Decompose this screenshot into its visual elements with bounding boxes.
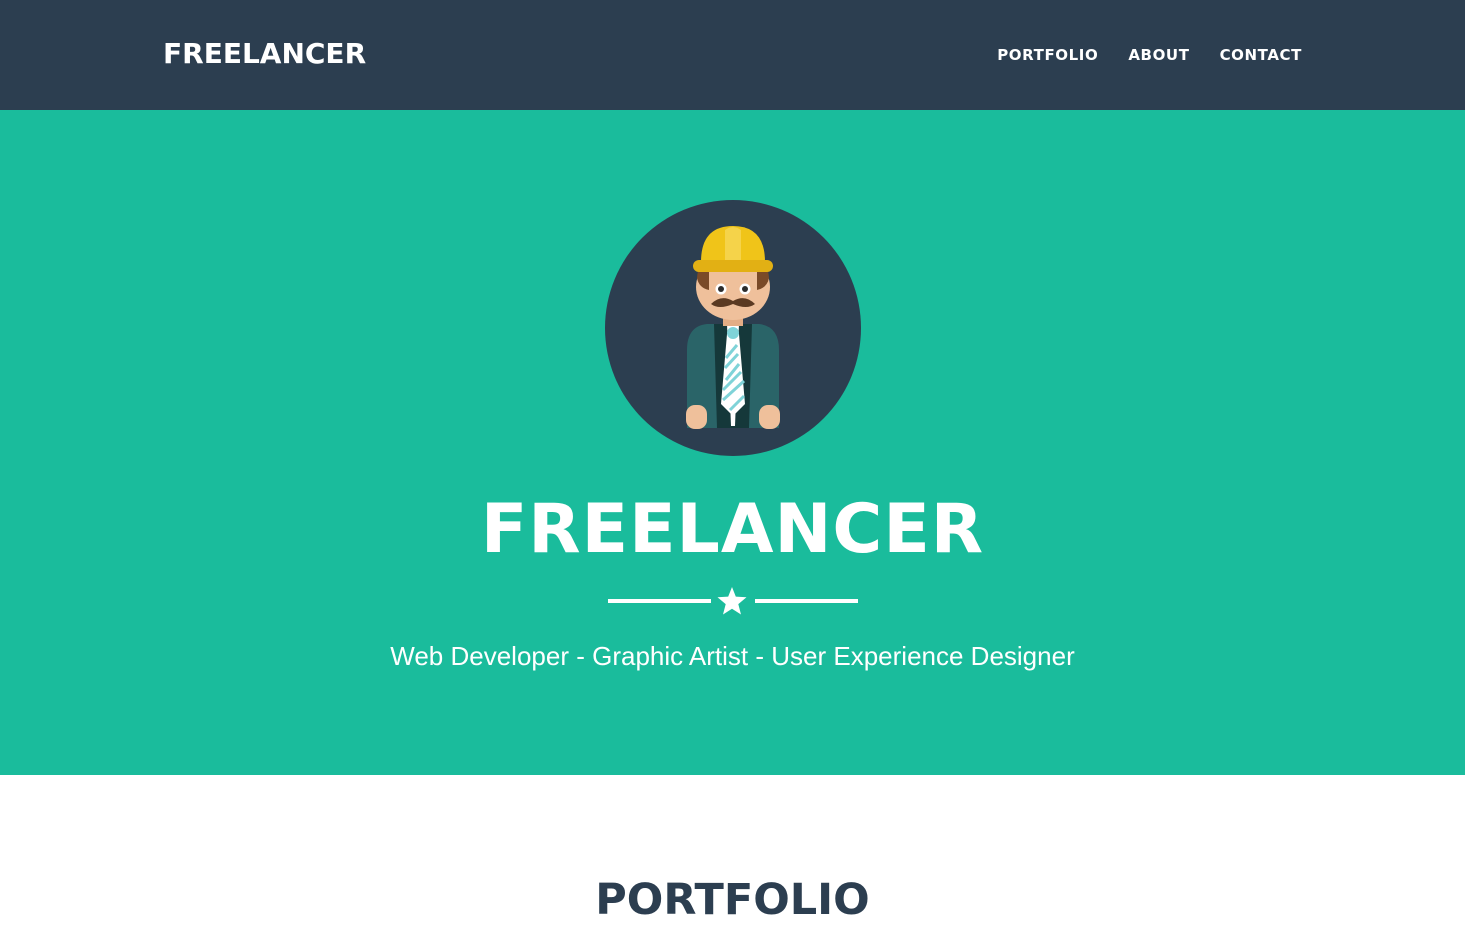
divider-line-right [755, 599, 858, 603]
nav-link-contact[interactable]: CONTACT [1220, 45, 1302, 65]
avatar-illustration [686, 226, 780, 429]
brand-link[interactable]: FREELANCER [163, 36, 366, 72]
star-icon [717, 587, 747, 615]
freelancer-avatar-icon [605, 200, 861, 456]
portfolio-heading: PORTFOLIO [595, 875, 870, 925]
hero-title: FREELANCER [480, 490, 985, 569]
star-divider [608, 586, 858, 616]
hero-section: FREELANCER Web Developer - Graphic Artis… [0, 110, 1465, 775]
top-navbar: FREELANCER PORTFOLIO ABOUT CONTACT [0, 0, 1465, 110]
nav-link-portfolio[interactable]: PORTFOLIO [997, 45, 1098, 65]
hero-subtitle: Web Developer - Graphic Artist - User Ex… [390, 641, 1075, 671]
nav-link-about[interactable]: ABOUT [1128, 45, 1189, 65]
divider-line-left [608, 599, 711, 603]
nav-links: PORTFOLIO ABOUT CONTACT [997, 45, 1302, 65]
